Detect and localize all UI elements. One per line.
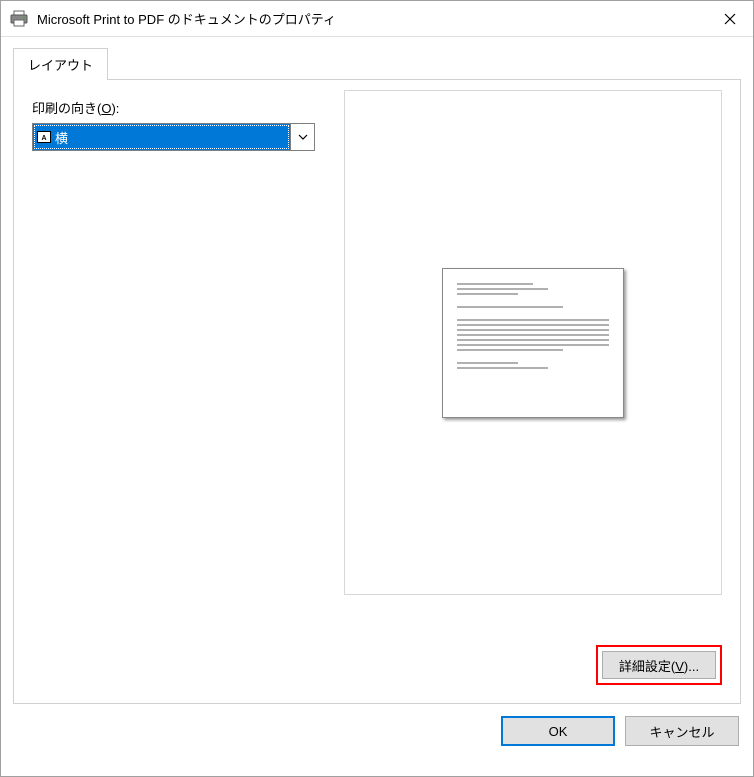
preview-line xyxy=(457,283,533,285)
orientation-label-key: O xyxy=(101,101,111,116)
orientation-combobox-value: A 横 xyxy=(33,124,290,150)
orientation-label: 印刷の向き(O): xyxy=(32,98,322,117)
orientation-label-prefix: 印刷の向き( xyxy=(32,101,101,116)
window-title: Microsoft Print to PDF のドキュメントのプロパティ xyxy=(37,9,707,28)
orientation-section: 印刷の向き(O): A 横 xyxy=(32,98,322,151)
orientation-landscape-icon: A xyxy=(37,131,51,143)
preview-spacer xyxy=(457,298,609,306)
preview-pane xyxy=(344,90,722,595)
orientation-dropdown-arrow[interactable] xyxy=(290,124,314,150)
preview-page-landscape xyxy=(442,268,624,418)
cancel-button[interactable]: キャンセル xyxy=(625,716,739,746)
svg-text:A: A xyxy=(41,135,46,141)
advanced-button-prefix: 詳細設定( xyxy=(619,659,675,674)
titlebar: Microsoft Print to PDF のドキュメントのプロパティ xyxy=(1,1,753,37)
orientation-label-suffix: ): xyxy=(111,101,119,116)
advanced-button-suffix: )... xyxy=(684,659,699,674)
preview-line xyxy=(457,339,609,341)
preview-line xyxy=(457,367,548,369)
preview-line xyxy=(457,334,609,336)
preview-line xyxy=(457,288,548,290)
preview-line xyxy=(457,306,563,308)
preview-line xyxy=(457,324,609,326)
orientation-combobox[interactable]: A 横 xyxy=(32,123,315,151)
preview-line xyxy=(457,319,609,321)
advanced-settings-button[interactable]: 詳細設定(V)... xyxy=(602,651,716,679)
chevron-down-icon xyxy=(298,134,308,140)
preview-spacer xyxy=(457,311,609,319)
tab-panel-layout: 印刷の向き(O): A 横 xyxy=(13,79,741,704)
preview-line xyxy=(457,362,518,364)
tab-strip: レイアウト xyxy=(13,47,741,79)
tab-area: レイアウト 印刷の向き(O): A 横 xyxy=(1,37,753,704)
ok-button[interactable]: OK xyxy=(501,716,615,746)
dialog-button-row: OK キャンセル xyxy=(1,704,753,760)
preview-line xyxy=(457,329,609,331)
close-icon xyxy=(724,13,736,25)
preview-spacer xyxy=(457,354,609,362)
advanced-button-highlight: 詳細設定(V)... xyxy=(596,645,722,685)
tab-layout[interactable]: レイアウト xyxy=(13,48,108,80)
preview-line xyxy=(457,349,563,351)
advanced-button-row: 詳細設定(V)... xyxy=(596,645,722,685)
dialog-window: Microsoft Print to PDF のドキュメントのプロパティ レイア… xyxy=(0,0,754,777)
orientation-selected-text: 横 xyxy=(55,128,68,147)
preview-line xyxy=(457,344,609,346)
printer-icon xyxy=(9,10,29,28)
preview-line xyxy=(457,293,518,295)
close-button[interactable] xyxy=(707,1,753,37)
advanced-button-key: V xyxy=(675,659,684,674)
